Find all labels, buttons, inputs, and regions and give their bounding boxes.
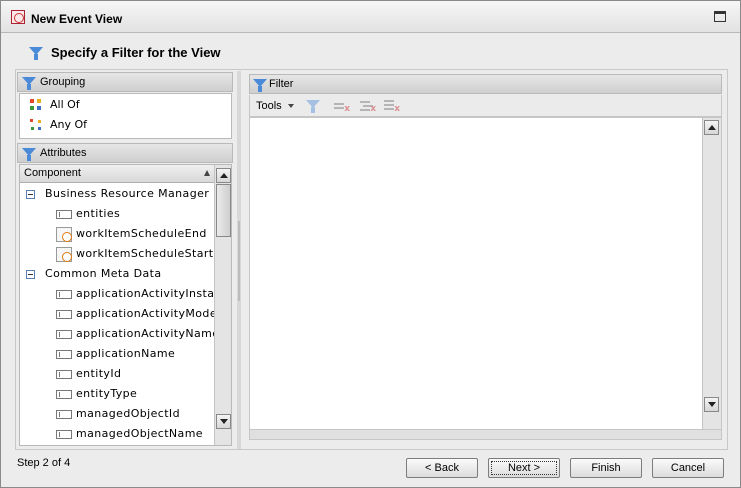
tree-label: entityId: [76, 367, 122, 380]
field-icon: [56, 370, 72, 379]
scroll-up-icon[interactable]: [216, 168, 231, 183]
column-header-component[interactable]: Component: [20, 165, 214, 183]
scroll-up-icon[interactable]: [704, 120, 719, 135]
grouping-title: Grouping: [40, 76, 86, 88]
attributes-icon: [22, 147, 36, 161]
step-indicator: Step 2 of 4: [17, 457, 71, 469]
tree-label: managedObjectName: [76, 427, 203, 440]
tree-label: applicationActivityName: [76, 327, 214, 340]
tree-item-application-activity-model-id[interactable]: applicationActivityModelId: [20, 304, 214, 324]
field-icon: [56, 330, 72, 339]
tree-group-business-resource-manager[interactable]: Business Resource Manager: [20, 184, 214, 204]
panel-splitter[interactable]: [237, 71, 241, 449]
attributes-title: Attributes: [40, 147, 87, 159]
tree-item-work-item-schedule-end[interactable]: workItemScheduleEnd: [20, 224, 214, 244]
attributes-header: Attributes: [17, 143, 233, 163]
next-button[interactable]: Next >: [488, 458, 560, 478]
tree-label: Common Meta Data: [45, 267, 162, 280]
filter-editor-area[interactable]: [249, 117, 722, 430]
tree-label: applicationActivityModelId: [76, 307, 214, 320]
collapse-icon[interactable]: [26, 270, 35, 279]
field-icon: [56, 410, 72, 419]
filter-funnel-icon: [29, 46, 43, 60]
tree-label: entityType: [76, 387, 138, 400]
all-of-label: All Of: [50, 98, 80, 111]
any-of-label: Any Of: [50, 118, 88, 131]
tree-label: workItemScheduleStart: [76, 247, 214, 260]
field-icon: [56, 290, 72, 299]
field-icon: [56, 390, 72, 399]
tree-item-managed-object-id[interactable]: managedObjectId: [20, 404, 214, 424]
field-icon: [56, 310, 72, 319]
app-icon: [11, 10, 25, 24]
scroll-down-icon[interactable]: [216, 414, 231, 429]
tree-item-managed-object-name[interactable]: managedObjectName: [20, 424, 214, 444]
tree-label: entities: [76, 207, 121, 220]
field-icon: [56, 350, 72, 359]
scrollbar-thumb[interactable]: [216, 184, 231, 237]
tree-item-application-activity-name[interactable]: applicationActivityName: [20, 324, 214, 344]
tree-item-entities[interactable]: entities: [20, 204, 214, 224]
remove-group-icon[interactable]: x: [360, 98, 376, 114]
page-title: Specify a Filter for the View: [51, 45, 221, 60]
new-event-view-window: New Event View Specify a Filter for the …: [0, 0, 741, 488]
filter-icon: [253, 78, 267, 92]
tree-item-application-name[interactable]: applicationName: [20, 344, 214, 364]
datetime-field-icon: [56, 247, 72, 262]
grouping-header: Grouping: [17, 72, 233, 92]
tree-label: applicationName: [76, 347, 176, 360]
any-of-icon: [30, 119, 42, 131]
tree-item-entity-id[interactable]: entityId: [20, 364, 214, 384]
remove-condition-icon[interactable]: x: [334, 98, 350, 114]
tools-menu-button[interactable]: Tools: [256, 98, 296, 114]
filter-horizontal-scroll-track: [249, 430, 722, 440]
column-header-label: Component: [24, 167, 81, 179]
all-of-icon: [30, 99, 42, 111]
title-bar: New Event View: [1, 1, 740, 33]
sort-ascending-icon: [204, 170, 210, 176]
tree-label: managedObjectId: [76, 407, 180, 420]
tree-item-work-item-schedule-start[interactable]: workItemScheduleStart: [20, 244, 214, 264]
back-button[interactable]: < Back: [406, 458, 478, 478]
grouping-options: All Of Any Of: [19, 93, 232, 139]
filter-header: Filter: [249, 74, 722, 94]
filter-add-icon[interactable]: [306, 98, 322, 114]
tree-label: Business Resource Manager: [45, 187, 210, 200]
filter-toolbar: Tools x x x: [249, 95, 722, 117]
window-title: New Event View: [31, 12, 123, 26]
tree-group-common-meta-data[interactable]: Common Meta Data: [20, 264, 214, 284]
maximize-icon[interactable]: [714, 11, 726, 22]
collapse-icon[interactable]: [26, 190, 35, 199]
scroll-down-icon[interactable]: [704, 397, 719, 412]
grouping-icon: [22, 76, 36, 90]
filter-scrollbar[interactable]: [702, 118, 721, 429]
finish-button[interactable]: Finish: [570, 458, 642, 478]
clear-all-icon[interactable]: x: [384, 98, 400, 114]
tree-label: workItemScheduleEnd: [76, 227, 207, 240]
tree-item-application-activity-instance-id[interactable]: applicationActivityInstanceId: [20, 284, 214, 304]
cancel-button[interactable]: Cancel: [652, 458, 724, 478]
tree-item-entity-type[interactable]: entityType: [20, 384, 214, 404]
grouping-option-any-of[interactable]: Any Of: [30, 116, 87, 134]
datetime-field-icon: [56, 227, 72, 242]
field-icon: [56, 430, 72, 439]
attributes-tree: Component Business Resource Manager enti…: [19, 164, 232, 446]
field-icon: [56, 210, 72, 219]
grouping-option-all-of[interactable]: All Of: [30, 96, 80, 114]
attributes-scrollbar[interactable]: [214, 165, 231, 445]
filter-title: Filter: [269, 78, 294, 90]
tree-label: applicationActivityInstanceId: [76, 287, 214, 300]
